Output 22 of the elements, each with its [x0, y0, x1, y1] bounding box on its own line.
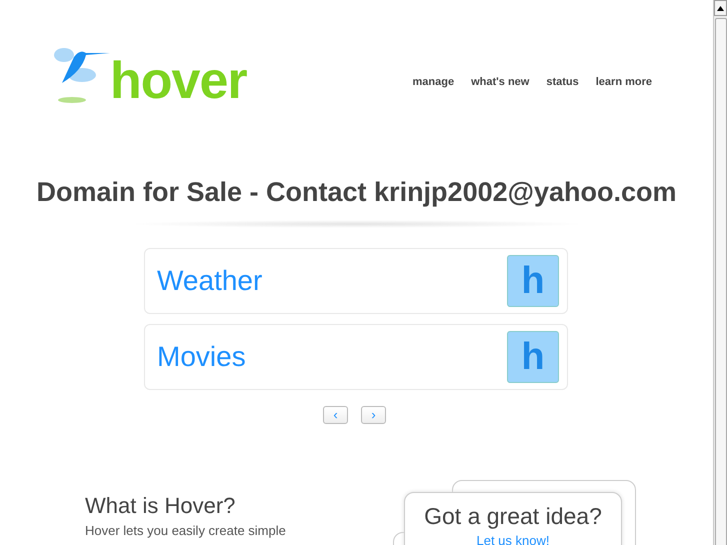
contact-link[interactable]: Let us know! — [476, 533, 550, 545]
up-arrow-icon — [717, 6, 724, 10]
scrollbar[interactable] — [713, 0, 727, 545]
logo-wordmark: hover — [110, 57, 247, 105]
section-title: What is Hover? — [85, 493, 236, 519]
card-label: Weather — [157, 265, 262, 297]
scroll-up-button[interactable] — [714, 0, 727, 16]
scrollbar-thumb[interactable] — [715, 18, 727, 545]
section-text: Hover lets you easily create simple — [85, 523, 287, 538]
headline: Domain for Sale - Contact krinjp2002@yahoo.com — [36, 177, 678, 208]
badge: h — [507, 255, 559, 307]
card-label: Movies — [157, 341, 246, 373]
nav-link[interactable]: manage — [412, 76, 454, 88]
nav-link[interactable]: what's new — [471, 76, 530, 88]
badge: h — [507, 331, 559, 383]
next-button[interactable]: › — [361, 406, 386, 424]
idea-title: Got a great idea? — [424, 503, 602, 530]
category-card[interactable]: Weather h — [144, 248, 568, 314]
category-card[interactable]: Movies h — [144, 324, 568, 390]
nav-link[interactable]: status — [546, 76, 579, 88]
previous-button[interactable]: ‹ — [323, 406, 348, 424]
nav-link[interactable]: learn more — [596, 76, 652, 88]
